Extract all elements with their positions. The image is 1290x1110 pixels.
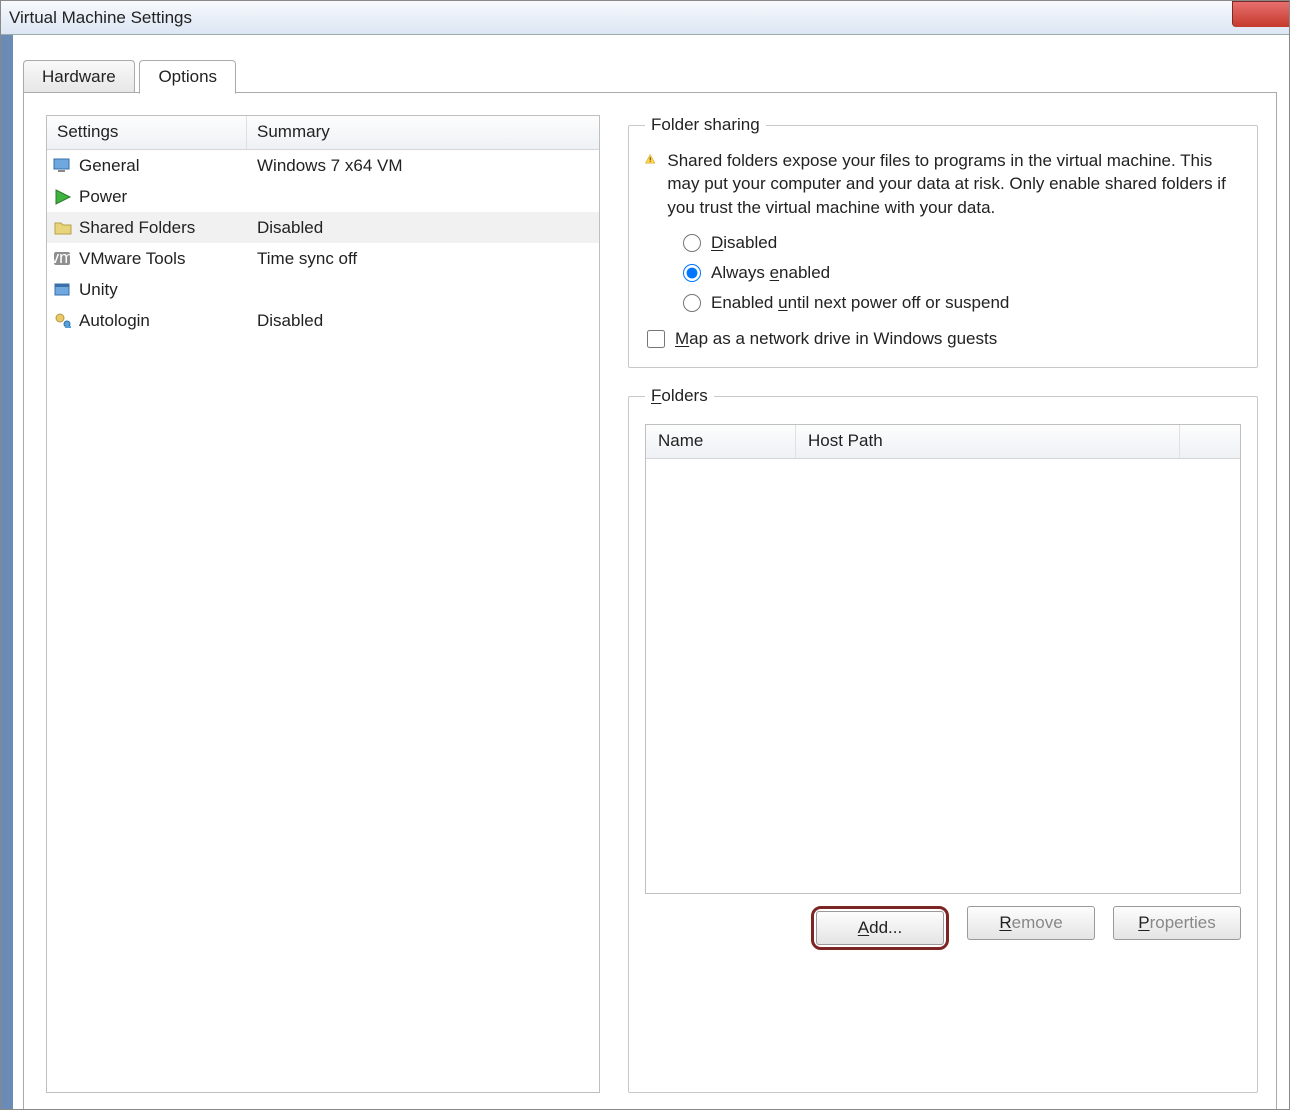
sharing-mode-radios: Disabled Always enabled Enabled until ne… [683,233,1241,313]
tab-hardware[interactable]: Hardware [23,60,135,93]
radio-always-enabled-input[interactable] [683,264,701,282]
settings-list: Settings Summary General [46,115,600,1093]
radio-enabled-until-input[interactable] [683,294,701,312]
play-icon [53,188,73,206]
folders-list-body [646,459,1240,893]
list-item-power[interactable]: Power [47,181,599,212]
list-item-label: General [79,156,139,176]
list-item-label: Unity [79,280,118,300]
left-border-stripe [1,35,13,1109]
list-item-summary: Time sync off [247,249,599,269]
list-item-summary: Disabled [247,218,599,238]
list-item-shared-folders[interactable]: Shared Folders Disabled [47,212,599,243]
folders-list-header: Name Host Path [646,425,1240,459]
column-header-host-path[interactable]: Host Path [796,425,1180,458]
client-area: Hardware Options Settings Summary [1,35,1289,1109]
detail-pane: Folder sharing Shared folders expose you… [628,115,1258,1093]
folders-button-row: Add... Remove Properties [645,906,1241,950]
folder-sharing-warning: Shared folders expose your files to prog… [667,149,1241,219]
checkbox-map-network-drive-input[interactable] [647,330,665,348]
column-header-extra[interactable] [1180,425,1240,458]
list-item-label: Shared Folders [79,218,195,238]
vm-box-icon: vm [53,250,73,268]
radio-enabled-until[interactable]: Enabled until next power off or suspend [683,293,1241,313]
list-item-vmware-tools[interactable]: vm VMware Tools Time sync off [47,243,599,274]
add-button-highlight: Add... [811,906,949,950]
radio-disabled-label: isabled [723,233,777,252]
folder-sharing-legend: Folder sharing [645,115,766,135]
folders-list[interactable]: Name Host Path [645,424,1241,894]
list-item-label: VMware Tools [79,249,185,269]
close-button[interactable] [1232,1,1290,27]
folder-sharing-group: Folder sharing Shared folders expose you… [628,115,1258,368]
user-key-icon [53,312,73,330]
list-item-unity[interactable]: Unity [47,274,599,305]
tab-options[interactable]: Options [139,60,236,94]
folder-icon [53,219,73,237]
tab-panel-options: Settings Summary General [23,92,1277,1110]
list-item-autologin[interactable]: Autologin Disabled [47,305,599,336]
titlebar: Virtual Machine Settings [1,1,1289,35]
remove-button[interactable]: Remove [967,906,1095,940]
list-item-label: Autologin [79,311,150,331]
radio-always-enabled[interactable]: Always enabled [683,263,1241,283]
window-title: Virtual Machine Settings [9,8,192,28]
tabstrip: Hardware Options Settings Summary [23,59,1289,1110]
radio-disabled[interactable]: Disabled [683,233,1241,253]
radio-disabled-input[interactable] [683,234,701,252]
warning-icon [645,149,655,173]
checkbox-map-network-drive[interactable]: Map as a network drive in Windows guests [647,329,1241,349]
column-header-summary[interactable]: Summary [247,116,599,149]
vm-settings-window: Virtual Machine Settings Hardware Option… [0,0,1290,1110]
add-button[interactable]: Add... [816,911,944,945]
folders-group: Folders Name Host Path [628,386,1258,1093]
list-item-general[interactable]: General Windows 7 x64 VM [47,150,599,181]
settings-list-rows: General Windows 7 x64 VM Power [47,150,599,1092]
folders-legend: Folders [645,386,714,406]
properties-button[interactable]: Properties [1113,906,1241,940]
window-icon [53,281,73,299]
column-header-settings[interactable]: Settings [47,116,247,149]
list-item-summary: Windows 7 x64 VM [247,156,599,176]
column-header-name[interactable]: Name [646,425,796,458]
settings-list-header: Settings Summary [47,116,599,150]
list-item-label: Power [79,187,127,207]
monitor-icon [53,157,73,175]
svg-text:vm: vm [53,250,73,267]
list-item-summary: Disabled [247,311,599,331]
